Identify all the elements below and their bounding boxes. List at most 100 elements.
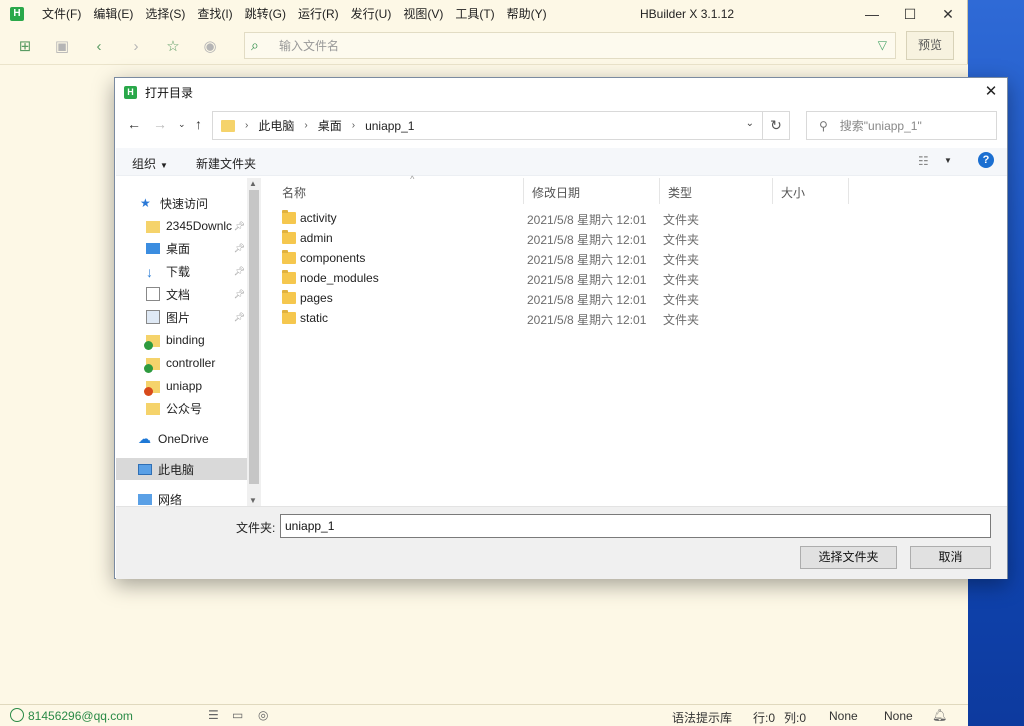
tree-item[interactable]: binding [116, 329, 247, 351]
syntax-library[interactable]: 语法提示库 [672, 709, 732, 726]
tree-item[interactable]: uniapp [116, 375, 247, 397]
view-options-icon[interactable]: ☷ [918, 154, 929, 168]
bell-icon[interactable]: 🔔︎ [932, 708, 947, 722]
row-indicator: 行:0 [753, 711, 776, 725]
dialog-close-icon[interactable]: ✕ [979, 80, 1003, 104]
pin-icon[interactable]: 📌︎ [234, 312, 245, 323]
cloud-icon: ☁ [138, 431, 151, 446]
folder-icon [146, 221, 160, 233]
file-row[interactable]: static 2021/5/8 星期六 12:01 文件夹 [282, 309, 699, 329]
language-indicator[interactable]: None [884, 709, 913, 723]
tree-item[interactable]: controller [116, 352, 247, 374]
refresh-icon[interactable]: ↻ [763, 111, 790, 140]
tree-item[interactable]: ↓ 下载 📌︎ [116, 261, 247, 283]
address-bar[interactable]: › 此电脑 › 桌面 › uniapp_1 ⌄ [212, 111, 763, 140]
back-icon[interactable]: ← [127, 116, 141, 132]
column-size[interactable]: 大小 [773, 178, 849, 204]
folder-icon [282, 210, 296, 224]
tree-label: 下载 [166, 265, 191, 280]
tree-label: controller [166, 355, 216, 370]
tree-item[interactable]: 文档 📌︎ [116, 283, 247, 305]
list-icon[interactable]: ☰ [208, 708, 219, 722]
menu-item[interactable]: 查找(I) [191, 0, 238, 28]
sort-up-icon: ^ [410, 174, 415, 184]
organize-button[interactable]: 组织 ▼ [132, 155, 168, 172]
dialog-titlebar: H 打开目录 ✕ [115, 78, 1007, 106]
file-type: 文件夹 [663, 253, 700, 267]
scroll-up-icon[interactable]: ▲ [249, 179, 257, 188]
up-icon[interactable]: ↑ [195, 116, 202, 132]
globe-icon[interactable]: ◎ [258, 708, 268, 722]
preview-button[interactable]: 预览 [906, 31, 954, 60]
file-row[interactable]: pages 2021/5/8 星期六 12:01 文件夹 [282, 289, 699, 309]
column-name[interactable]: 名称 ^ [274, 174, 524, 204]
tree-scrollbar[interactable]: ▲ ▼ [247, 178, 261, 506]
pin-icon[interactable]: 📌︎ [234, 289, 245, 300]
save-icon[interactable]: ▣ [50, 34, 74, 58]
menu-item[interactable]: 编辑(E) [87, 0, 139, 28]
tree-label: 文档 [166, 287, 191, 302]
tree-onedrive[interactable]: ☁ OneDrive [116, 428, 247, 450]
filter-icon[interactable]: ▽ [878, 38, 887, 52]
scroll-down-icon[interactable]: ▼ [249, 496, 257, 505]
help-icon[interactable]: ? [978, 152, 994, 168]
file-row[interactable]: activity 2021/5/8 星期六 12:01 文件夹 [282, 209, 699, 229]
forward-arrow-icon[interactable]: › [124, 34, 148, 58]
tree-item[interactable]: 公众号 [116, 397, 247, 419]
star-icon[interactable]: ☆ [161, 34, 185, 58]
breadcrumb-current[interactable]: uniapp_1 [365, 119, 414, 133]
menu-item[interactable]: 文件(F) [36, 0, 87, 28]
caret-down-icon: ▼ [160, 161, 168, 170]
file-row[interactable]: node_modules 2021/5/8 星期六 12:01 文件夹 [282, 269, 699, 289]
new-folder-button[interactable]: 新建文件夹 [196, 155, 256, 172]
caret-down-icon[interactable]: ▼ [944, 156, 952, 165]
tree-this-pc[interactable]: 此电脑 [116, 458, 247, 480]
recent-locations-icon[interactable]: ⌄ [178, 119, 186, 130]
pin-icon[interactable]: 📌︎ [234, 243, 245, 254]
column-date[interactable]: 修改日期 [524, 178, 660, 204]
desktop-icon [146, 243, 160, 255]
tree-item[interactable]: 桌面 📌︎ [116, 238, 247, 260]
select-folder-button[interactable]: 选择文件夹 [800, 546, 897, 569]
tree-item[interactable]: 图片 📌︎ [116, 306, 247, 328]
minimize-icon[interactable]: — [853, 0, 891, 28]
cancel-button[interactable]: 取消 [910, 546, 991, 569]
close-icon[interactable]: ✕ [929, 0, 967, 28]
breadcrumb-this-pc[interactable]: 此电脑 [258, 117, 294, 134]
breadcrumb-desktop[interactable]: 桌面 [318, 117, 342, 134]
back-arrow-icon[interactable]: ‹ [87, 34, 111, 58]
chevron-right-icon[interactable]: › [304, 120, 307, 131]
run-icon[interactable]: ◉ [198, 34, 222, 58]
menu-item[interactable]: 工具(T) [449, 0, 500, 28]
encoding-indicator[interactable]: None [829, 709, 858, 723]
scrollbar-thumb[interactable] [249, 190, 259, 484]
folder-synced-icon [144, 357, 160, 373]
menu-item[interactable]: 选择(S) [139, 0, 191, 28]
pin-icon[interactable]: 📌︎ [234, 221, 245, 232]
column-type[interactable]: 类型 [660, 178, 773, 204]
console-icon[interactable]: ▭ [232, 708, 243, 722]
search-input[interactable]: ⚲ 搜索"uniapp_1" [806, 111, 997, 140]
account-link[interactable]: 81456296@qq.com [28, 709, 133, 723]
menu-item[interactable]: 发行(U) [345, 0, 398, 28]
chevron-down-icon[interactable]: ⌄ [746, 118, 754, 129]
chevron-right-icon[interactable]: › [352, 120, 355, 131]
folder-label: 文件夹: [236, 521, 276, 535]
file-row[interactable]: admin 2021/5/8 星期六 12:01 文件夹 [282, 229, 699, 249]
chevron-right-icon[interactable]: › [245, 120, 248, 131]
pin-icon[interactable]: 📌︎ [234, 266, 245, 277]
forward-icon[interactable]: → [153, 116, 167, 132]
menu-item[interactable]: 帮助(Y) [501, 0, 553, 28]
account-icon[interactable] [10, 708, 24, 722]
menu-item[interactable]: 视图(V) [397, 0, 449, 28]
tree-quick-access[interactable]: ★ 快速访问 [116, 192, 247, 214]
tree-item[interactable]: 2345Downlc 📌︎ [116, 215, 247, 237]
new-file-icon[interactable]: ⊞ [13, 34, 37, 58]
maximize-icon[interactable]: ☐ [891, 0, 929, 28]
folder-name-input[interactable]: uniapp_1 [280, 514, 991, 538]
file-search-bar[interactable]: ⌕ 输入文件名 ▽ [244, 32, 896, 59]
menu-item[interactable]: 运行(R) [292, 0, 345, 28]
menu-item[interactable]: 跳转(G) [239, 0, 292, 28]
hbuilder-titlebar: H 文件(F) 编辑(E) 选择(S) 查找(I) 跳转(G) 运行(R) 发行(U) 视图(… [0, 0, 967, 28]
file-row[interactable]: components 2021/5/8 星期六 12:01 文件夹 [282, 249, 699, 269]
